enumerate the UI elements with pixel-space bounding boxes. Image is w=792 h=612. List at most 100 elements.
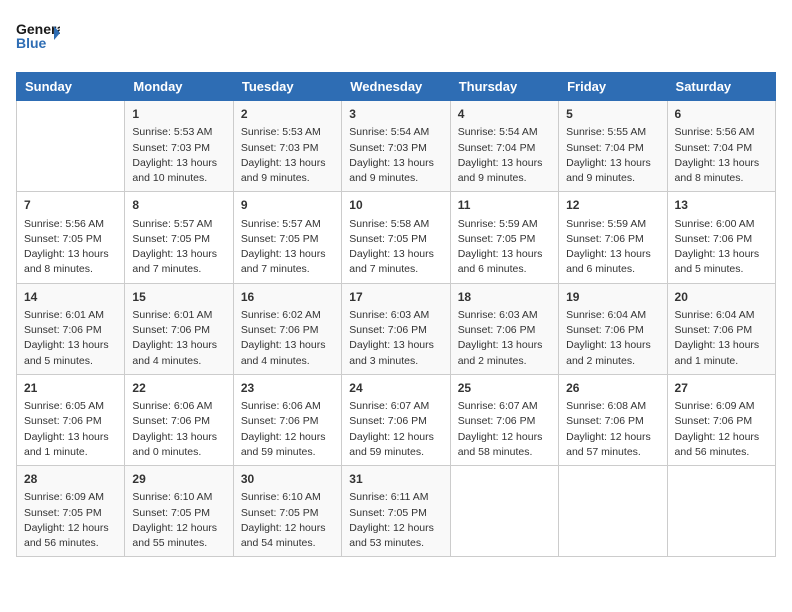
calendar-cell: 22 Sunrise: 6:06 AM Sunset: 7:06 PM Dayli… [125, 374, 233, 465]
day-info: Sunrise: 6:04 AM Sunset: 7:06 PM Dayligh… [566, 308, 659, 369]
week-row-1: 1 Sunrise: 5:53 AM Sunset: 7:03 PM Daylig… [17, 101, 776, 192]
header-friday: Friday [559, 73, 667, 101]
day-number: 24 [349, 380, 442, 397]
day-number: 2 [241, 106, 334, 123]
day-info: Sunrise: 5:57 AM Sunset: 7:05 PM Dayligh… [241, 217, 334, 278]
day-info: Sunrise: 5:53 AM Sunset: 7:03 PM Dayligh… [132, 125, 225, 186]
day-number: 9 [241, 197, 334, 214]
day-number: 27 [675, 380, 768, 397]
day-info: Sunrise: 6:04 AM Sunset: 7:06 PM Dayligh… [675, 308, 768, 369]
day-info: Sunrise: 5:54 AM Sunset: 7:04 PM Dayligh… [458, 125, 551, 186]
calendar-cell: 29Sunrise: 6:10 AM Sunset: 7:05 PM Dayli… [125, 466, 233, 557]
calendar-cell: 15 Sunrise: 6:01 AM Sunset: 7:06 PM Dayli… [125, 283, 233, 374]
day-info: Sunrise: 5:56 AM Sunset: 7:04 PM Dayligh… [675, 125, 768, 186]
day-number: 19 [566, 289, 659, 306]
day-info: Sunrise: 6:06 AM Sunset: 7:06 PM Dayligh… [241, 399, 334, 460]
day-number: 30 [241, 471, 334, 488]
header-thursday: Thursday [450, 73, 558, 101]
day-info: Sunrise: 6:09 AM Sunset: 7:06 PM Dayligh… [675, 399, 768, 460]
calendar-cell: 11Sunrise: 5:59 AM Sunset: 7:05 PM Dayli… [450, 192, 558, 283]
day-number: 21 [24, 380, 117, 397]
day-info: Sunrise: 6:07 AM Sunset: 7:06 PM Dayligh… [349, 399, 442, 460]
day-number: 14 [24, 289, 117, 306]
day-number: 4 [458, 106, 551, 123]
calendar-cell: 31Sunrise: 6:11 AM Sunset: 7:05 PM Dayli… [342, 466, 450, 557]
days-header-row: SundayMondayTuesdayWednesdayThursdayFrid… [17, 73, 776, 101]
day-info: Sunrise: 6:02 AM Sunset: 7:06 PM Dayligh… [241, 308, 334, 369]
header-wednesday: Wednesday [342, 73, 450, 101]
day-info: Sunrise: 6:11 AM Sunset: 7:05 PM Dayligh… [349, 490, 442, 551]
day-number: 28 [24, 471, 117, 488]
calendar-cell [450, 466, 558, 557]
calendar-cell: 30 Sunrise: 6:10 AM Sunset: 7:05 PM Dayli… [233, 466, 341, 557]
calendar-cell: 9 Sunrise: 5:57 AM Sunset: 7:05 PM Daylig… [233, 192, 341, 283]
day-number: 25 [458, 380, 551, 397]
day-info: Sunrise: 5:58 AM Sunset: 7:05 PM Dayligh… [349, 217, 442, 278]
day-number: 17 [349, 289, 442, 306]
day-info: Sunrise: 5:53 AM Sunset: 7:03 PM Dayligh… [241, 125, 334, 186]
calendar-cell: 13 Sunrise: 6:00 AM Sunset: 7:06 PM Dayli… [667, 192, 775, 283]
week-row-3: 14 Sunrise: 6:01 AM Sunset: 7:06 PM Dayli… [17, 283, 776, 374]
week-row-5: 28 Sunrise: 6:09 AM Sunset: 7:05 PM Dayli… [17, 466, 776, 557]
calendar-cell [667, 466, 775, 557]
day-info: Sunrise: 6:10 AM Sunset: 7:05 PM Dayligh… [132, 490, 225, 551]
day-info: Sunrise: 6:07 AM Sunset: 7:06 PM Dayligh… [458, 399, 551, 460]
day-number: 23 [241, 380, 334, 397]
calendar-cell: 4 Sunrise: 5:54 AM Sunset: 7:04 PM Daylig… [450, 101, 558, 192]
calendar-cell: 17Sunrise: 6:03 AM Sunset: 7:06 PM Dayli… [342, 283, 450, 374]
day-info: Sunrise: 6:01 AM Sunset: 7:06 PM Dayligh… [24, 308, 117, 369]
week-row-4: 21 Sunrise: 6:05 AM Sunset: 7:06 PM Dayli… [17, 374, 776, 465]
day-number: 16 [241, 289, 334, 306]
header-tuesday: Tuesday [233, 73, 341, 101]
day-info: Sunrise: 6:00 AM Sunset: 7:06 PM Dayligh… [675, 217, 768, 278]
day-info: Sunrise: 6:01 AM Sunset: 7:06 PM Dayligh… [132, 308, 225, 369]
header-sunday: Sunday [17, 73, 125, 101]
day-number: 13 [675, 197, 768, 214]
header-saturday: Saturday [667, 73, 775, 101]
calendar-cell [17, 101, 125, 192]
calendar-cell: 19 Sunrise: 6:04 AM Sunset: 7:06 PM Dayli… [559, 283, 667, 374]
calendar-cell: 20 Sunrise: 6:04 AM Sunset: 7:06 PM Dayli… [667, 283, 775, 374]
day-info: Sunrise: 5:55 AM Sunset: 7:04 PM Dayligh… [566, 125, 659, 186]
calendar-cell: 21 Sunrise: 6:05 AM Sunset: 7:06 PM Dayli… [17, 374, 125, 465]
day-number: 6 [675, 106, 768, 123]
day-number: 8 [132, 197, 225, 214]
day-info: Sunrise: 6:05 AM Sunset: 7:06 PM Dayligh… [24, 399, 117, 460]
calendar-cell [559, 466, 667, 557]
calendar-cell: 25 Sunrise: 6:07 AM Sunset: 7:06 PM Dayli… [450, 374, 558, 465]
day-info: Sunrise: 6:09 AM Sunset: 7:05 PM Dayligh… [24, 490, 117, 551]
calendar-cell: 12Sunrise: 5:59 AM Sunset: 7:06 PM Dayli… [559, 192, 667, 283]
calendar-table: SundayMondayTuesdayWednesdayThursdayFrid… [16, 72, 776, 557]
day-number: 3 [349, 106, 442, 123]
day-number: 20 [675, 289, 768, 306]
day-info: Sunrise: 6:08 AM Sunset: 7:06 PM Dayligh… [566, 399, 659, 460]
calendar-cell: 24 Sunrise: 6:07 AM Sunset: 7:06 PM Dayli… [342, 374, 450, 465]
header-monday: Monday [125, 73, 233, 101]
day-number: 12 [566, 197, 659, 214]
day-number: 15 [132, 289, 225, 306]
day-info: Sunrise: 6:06 AM Sunset: 7:06 PM Dayligh… [132, 399, 225, 460]
day-info: Sunrise: 5:57 AM Sunset: 7:05 PM Dayligh… [132, 217, 225, 278]
calendar-cell: 28 Sunrise: 6:09 AM Sunset: 7:05 PM Dayli… [17, 466, 125, 557]
day-info: Sunrise: 6:10 AM Sunset: 7:05 PM Dayligh… [241, 490, 334, 551]
logo-svg: GeneralBlue [16, 16, 60, 60]
calendar-cell: 5Sunrise: 5:55 AM Sunset: 7:04 PM Daylig… [559, 101, 667, 192]
calendar-cell: 27 Sunrise: 6:09 AM Sunset: 7:06 PM Dayli… [667, 374, 775, 465]
day-info: Sunrise: 5:54 AM Sunset: 7:03 PM Dayligh… [349, 125, 442, 186]
logo: GeneralBlue [16, 16, 60, 60]
day-info: Sunrise: 6:03 AM Sunset: 7:06 PM Dayligh… [458, 308, 551, 369]
page-header: GeneralBlue [16, 16, 776, 60]
calendar-cell: 10Sunrise: 5:58 AM Sunset: 7:05 PM Dayli… [342, 192, 450, 283]
day-number: 7 [24, 197, 117, 214]
day-info: Sunrise: 5:59 AM Sunset: 7:05 PM Dayligh… [458, 217, 551, 278]
calendar-cell: 1 Sunrise: 5:53 AM Sunset: 7:03 PM Daylig… [125, 101, 233, 192]
calendar-cell: 2 Sunrise: 5:53 AM Sunset: 7:03 PM Daylig… [233, 101, 341, 192]
calendar-cell: 23 Sunrise: 6:06 AM Sunset: 7:06 PM Dayli… [233, 374, 341, 465]
day-number: 22 [132, 380, 225, 397]
calendar-cell: 7 Sunrise: 5:56 AM Sunset: 7:05 PM Daylig… [17, 192, 125, 283]
calendar-cell: 26 Sunrise: 6:08 AM Sunset: 7:06 PM Dayli… [559, 374, 667, 465]
day-number: 1 [132, 106, 225, 123]
day-number: 26 [566, 380, 659, 397]
calendar-cell: 18Sunrise: 6:03 AM Sunset: 7:06 PM Dayli… [450, 283, 558, 374]
day-info: Sunrise: 5:56 AM Sunset: 7:05 PM Dayligh… [24, 217, 117, 278]
